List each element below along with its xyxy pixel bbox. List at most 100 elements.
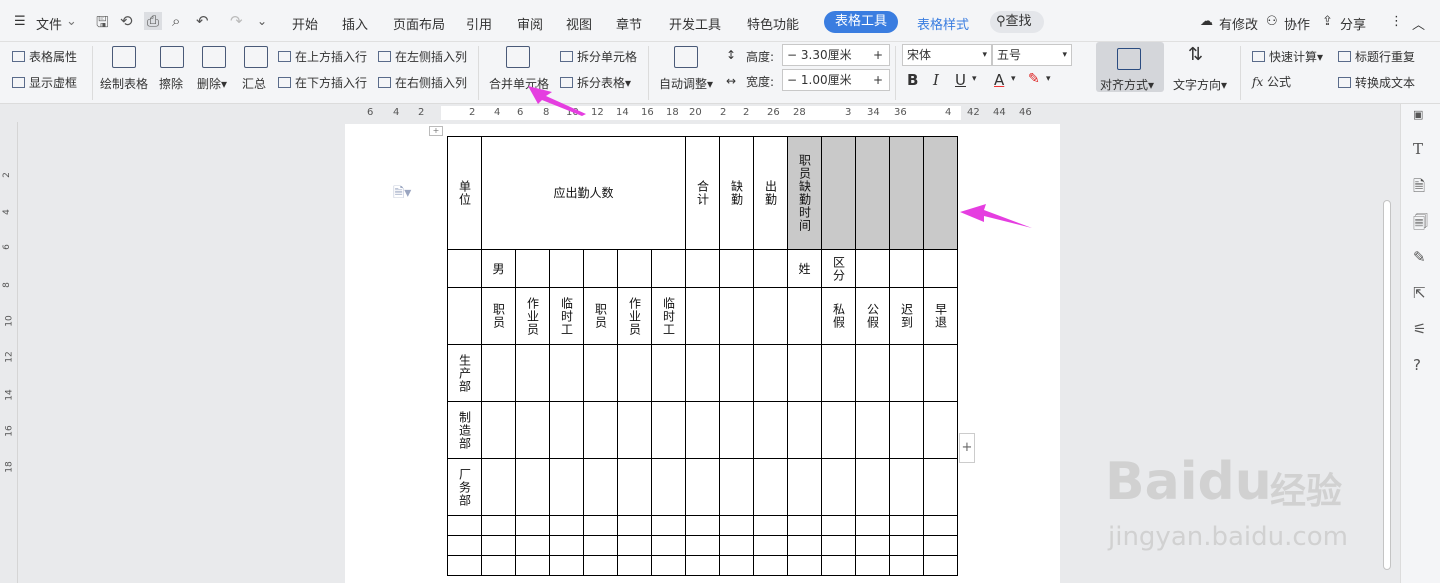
- pen-icon[interactable]: ✎: [1413, 248, 1426, 266]
- document-icon[interactable]: 🗎: [1413, 176, 1425, 201]
- tab-view[interactable]: 视图: [566, 14, 592, 33]
- table-cell[interactable]: [617, 249, 652, 288]
- help-icon[interactable]: ?: [1413, 356, 1421, 374]
- font-color-icon[interactable]: A: [994, 71, 1004, 89]
- more-options-icon[interactable]: ⋮: [1390, 14, 1403, 29]
- split-table-button[interactable]: 拆分表格▾: [560, 74, 631, 91]
- tab-references[interactable]: 引用: [466, 14, 492, 33]
- paragraph-icon[interactable]: 🗎▾: [393, 182, 411, 206]
- table-cell[interactable]: [889, 249, 924, 288]
- chevron-down-icon[interactable]: ▾: [1046, 74, 1051, 84]
- table-cell[interactable]: [923, 249, 958, 288]
- table-cell[interactable]: 缺勤: [719, 136, 754, 250]
- insert-row-above-button[interactable]: 在上方插入行: [278, 48, 367, 65]
- chevron-down-icon[interactable]: ▾: [1011, 74, 1016, 84]
- print-preview-icon[interactable]: ⌕: [172, 12, 180, 30]
- share-button[interactable]: 分享: [1340, 14, 1366, 33]
- increment-icon[interactable]: +: [873, 45, 883, 65]
- table-cell[interactable]: [549, 249, 584, 288]
- vertical-ruler[interactable]: 2 4 6 8 10 12 14 16 18: [0, 122, 18, 583]
- chevron-down-icon[interactable]: ▾: [972, 74, 977, 84]
- modified-status[interactable]: 有修改: [1219, 14, 1258, 33]
- height-stepper[interactable]: − 3.30厘米 +: [782, 44, 890, 66]
- table-cell[interactable]: 生产部: [447, 344, 482, 402]
- table-cell[interactable]: 公假: [855, 287, 890, 345]
- merge-cells-button[interactable]: 合并单元格: [489, 75, 549, 92]
- tab-insert[interactable]: 插入: [342, 14, 368, 33]
- table-move-handle[interactable]: +: [429, 126, 443, 136]
- table-cell[interactable]: 临时工: [651, 287, 686, 345]
- table-cell[interactable]: [753, 287, 788, 345]
- tab-developer[interactable]: 开发工具: [669, 14, 721, 33]
- horizontal-ruler[interactable]: 6 4 2 2 4 6 8 10 12 14 16 18 20 2 2 26 2…: [345, 104, 1060, 122]
- undo-icon[interactable]: ↶: [196, 12, 209, 30]
- table-cell[interactable]: [515, 249, 550, 288]
- erase-button[interactable]: 擦除: [159, 75, 183, 92]
- width-stepper[interactable]: − 1.00厘米 +: [782, 69, 890, 91]
- table-cell[interactable]: [719, 249, 754, 288]
- draw-table-button[interactable]: 绘制表格: [100, 75, 148, 92]
- width-input[interactable]: 1.00厘米: [801, 73, 852, 87]
- table-cell[interactable]: [685, 249, 720, 288]
- insert-col-left-button[interactable]: 在左侧插入列: [378, 48, 467, 65]
- height-input[interactable]: 3.30厘米: [801, 48, 852, 62]
- table-cell[interactable]: [651, 249, 686, 288]
- show-gridlines-button[interactable]: 显示虚框: [12, 74, 77, 91]
- table-cell[interactable]: 姓: [787, 249, 822, 288]
- table-cell[interactable]: 作业员: [617, 287, 652, 345]
- auto-fit-button[interactable]: 自动调整▾: [659, 75, 713, 92]
- table-cell[interactable]: 职员: [481, 287, 516, 345]
- table-cell[interactable]: 职员: [583, 287, 618, 345]
- table-cell[interactable]: 区分: [821, 249, 856, 288]
- insert-col-right-button[interactable]: 在右侧插入列: [378, 74, 467, 91]
- highlight-icon[interactable]: ✎: [1028, 71, 1040, 87]
- table-cell[interactable]: 应出勤人数: [481, 136, 686, 250]
- table-cell[interactable]: [719, 287, 754, 345]
- tab-chapter[interactable]: 章节: [616, 14, 642, 33]
- format-painter-icon[interactable]: ⟲: [120, 12, 133, 30]
- table-cell[interactable]: [753, 249, 788, 288]
- tab-special[interactable]: 特色功能: [747, 14, 799, 33]
- formula-button[interactable]: fx 公式: [1252, 73, 1291, 90]
- insert-row-below-button[interactable]: 在下方插入行: [278, 74, 367, 91]
- table-cell[interactable]: 作业员: [515, 287, 550, 345]
- convert-to-text-button[interactable]: 转换成文本: [1338, 74, 1415, 91]
- more-icon[interactable]: ⌄: [257, 14, 267, 28]
- attendance-table[interactable]: 单位 应出勤人数 合计 缺勤 出勤 职员缺勤时间 男 姓 区分 职员 作业员 临…: [447, 136, 958, 576]
- table-cell[interactable]: 制造部: [447, 401, 482, 459]
- add-column-button[interactable]: +: [959, 433, 975, 463]
- document-settings-icon[interactable]: 🗐: [1413, 212, 1428, 237]
- font-name-select[interactable]: 宋体 ▾: [902, 44, 992, 66]
- underline-icon[interactable]: U: [955, 71, 966, 89]
- vertical-scrollbar[interactable]: [1383, 200, 1391, 570]
- table-cell[interactable]: 厂务部: [447, 458, 482, 516]
- tab-table-tools[interactable]: 表格工具: [824, 11, 898, 33]
- save-icon[interactable]: 🖫: [96, 12, 109, 37]
- tab-start[interactable]: 开始: [292, 14, 318, 33]
- tab-page-layout[interactable]: 页面布局: [393, 14, 445, 33]
- redo-icon[interactable]: ↷: [230, 12, 243, 30]
- text-direction-button[interactable]: 文字方向▾: [1173, 76, 1227, 93]
- table-cell[interactable]: [855, 249, 890, 288]
- align-button[interactable]: 对齐方式▾: [1100, 76, 1154, 93]
- table-cell[interactable]: 职员缺勤时间: [787, 136, 822, 250]
- table-cell[interactable]: [821, 136, 856, 250]
- hamburger-icon[interactable]: ☰: [14, 14, 26, 29]
- table-cell[interactable]: 男: [481, 249, 516, 288]
- table-cell[interactable]: 迟到: [889, 287, 924, 345]
- table-cell[interactable]: [583, 249, 618, 288]
- summary-button[interactable]: 汇总: [242, 75, 266, 92]
- table-cell[interactable]: [855, 136, 890, 250]
- file-menu[interactable]: 文件: [36, 14, 62, 33]
- table-cell[interactable]: [923, 136, 958, 250]
- panel-toggle-icon[interactable]: ▣: [1413, 108, 1423, 121]
- table-cell[interactable]: 合计: [685, 136, 720, 250]
- table-cell[interactable]: [787, 287, 822, 345]
- repeat-header-button[interactable]: 标题行重复: [1338, 48, 1415, 65]
- increment-icon[interactable]: +: [873, 70, 883, 90]
- table-cell[interactable]: [889, 136, 924, 250]
- tab-review[interactable]: 审阅: [517, 14, 543, 33]
- bold-icon[interactable]: B: [907, 71, 918, 89]
- table-cell[interactable]: [447, 287, 482, 345]
- italic-icon[interactable]: I: [933, 71, 939, 89]
